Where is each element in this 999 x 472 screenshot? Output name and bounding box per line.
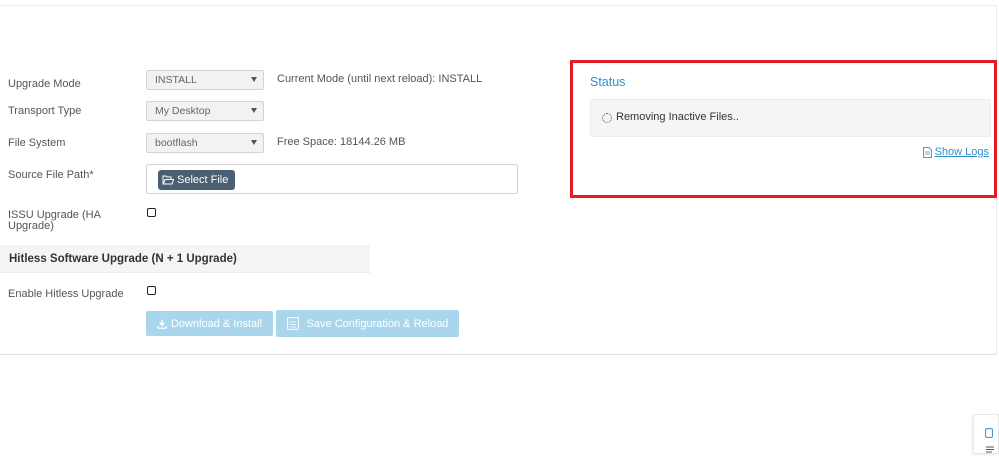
- upgrade-mode-label: Upgrade Mode: [8, 78, 81, 90]
- save-icon: [286, 317, 299, 330]
- loading-spinner-icon: [602, 113, 612, 123]
- issu-upgrade-label: ISSU Upgrade (HA Upgrade): [8, 210, 101, 232]
- status-message: Removing Inactive Files..: [616, 111, 739, 123]
- file-system-value: bootflash: [155, 137, 198, 149]
- show-logs-link[interactable]: Show Logs: [922, 146, 989, 158]
- download-install-label: Download & Install: [170, 317, 263, 330]
- download-icon: [157, 319, 167, 329]
- transport-type-value: My Desktop: [155, 105, 211, 117]
- hitless-section-header: Hitless Software Upgrade (N + 1 Upgrade): [0, 245, 370, 273]
- issu-upgrade-checkbox[interactable]: [147, 208, 156, 217]
- chevron-down-icon: [251, 108, 257, 113]
- source-file-path-label: Source File Path*: [8, 169, 94, 181]
- transport-type-select[interactable]: My Desktop: [146, 101, 264, 121]
- enable-hitless-label: Enable Hitless Upgrade: [8, 288, 124, 300]
- list-icon: [986, 446, 994, 453]
- status-highlight-frame: Status Removing Inactive Files.. Show Lo…: [570, 60, 997, 198]
- chevron-down-icon: [251, 140, 257, 145]
- free-space-info: Free Space: 18144.26 MB: [277, 136, 406, 148]
- select-file-button[interactable]: Select File: [158, 170, 236, 190]
- chevron-down-icon: [251, 77, 257, 82]
- show-logs-label: Show Logs: [934, 146, 989, 158]
- status-title: Status: [590, 75, 626, 89]
- file-system-label: File System: [8, 137, 66, 149]
- status-message-box: Removing Inactive Files..: [590, 99, 991, 137]
- download-install-button[interactable]: Download & Install: [146, 311, 273, 336]
- enable-hitless-checkbox[interactable]: [147, 286, 156, 295]
- document-icon: [922, 146, 932, 158]
- source-file-input: Select File: [146, 164, 518, 194]
- select-file-label: Select File: [177, 174, 229, 186]
- file-system-select[interactable]: bootflash: [146, 133, 264, 153]
- transport-type-label: Transport Type: [8, 105, 82, 117]
- issu-upgrade-label-line2: Upgrade): [8, 220, 54, 232]
- floating-side-widget[interactable]: [973, 414, 999, 454]
- upgrade-mode-value: INSTALL: [155, 74, 197, 86]
- folder-open-icon: [162, 175, 174, 185]
- save-reload-label: Save Configuration & Reload: [306, 317, 449, 330]
- save-reload-button[interactable]: Save Configuration & Reload: [276, 310, 459, 337]
- upgrade-mode-select[interactable]: INSTALL: [146, 70, 264, 90]
- mobile-icon: [985, 428, 993, 438]
- current-mode-info: Current Mode (until next reload): INSTAL…: [277, 73, 483, 85]
- hitless-section-title: Hitless Software Upgrade (N + 1 Upgrade): [9, 253, 237, 265]
